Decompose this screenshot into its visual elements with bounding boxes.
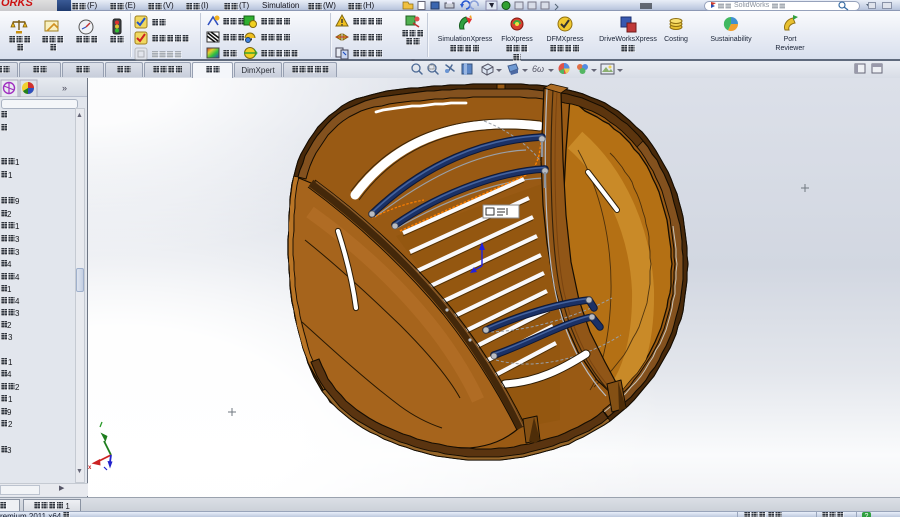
svg-text:x: x [88,465,92,471]
svg-text:6ω: 6ω [532,64,544,74]
svg-text:»: » [62,83,67,93]
